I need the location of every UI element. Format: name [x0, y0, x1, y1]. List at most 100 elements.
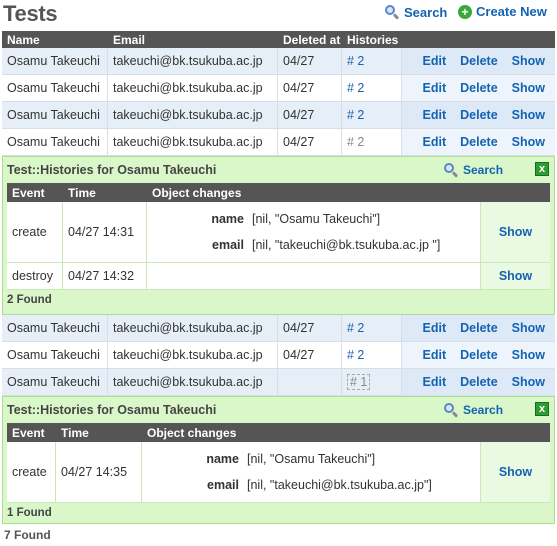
change-key: email: [207, 478, 239, 492]
header-histories: Histories: [347, 32, 399, 47]
cell-deleted-at: [278, 369, 342, 395]
delete-button[interactable]: Delete: [460, 81, 498, 95]
change-value: [nil, "takeuchi@bk.tsukuba.ac.jp "]: [252, 238, 441, 252]
object-changes: [147, 263, 481, 289]
histories-link[interactable]: # 2: [347, 135, 364, 149]
show-button[interactable]: Show: [512, 81, 545, 95]
cell-email: takeuchi@bk.tsukuba.ac.jp: [108, 369, 278, 395]
show-button[interactable]: Show: [512, 375, 545, 389]
history-panel: Test::Histories for Osamu Takeuchi Searc…: [2, 156, 555, 315]
delete-button[interactable]: Delete: [460, 54, 498, 68]
table-row: Osamu Takeuchi takeuchi@bk.tsukuba.ac.jp…: [2, 369, 555, 396]
search-icon: [443, 162, 459, 178]
delete-button[interactable]: Delete: [460, 348, 498, 362]
edit-button[interactable]: Edit: [423, 348, 447, 362]
history-header-event: Event: [12, 425, 45, 440]
delete-button[interactable]: Delete: [460, 108, 498, 122]
cell-email: takeuchi@bk.tsukuba.ac.jp: [108, 75, 278, 101]
search-link[interactable]: Search: [384, 4, 447, 20]
history-search-link[interactable]: Search: [443, 402, 503, 418]
histories-link[interactable]: # 2: [347, 108, 364, 122]
history-time: 04/27 14:31: [63, 202, 147, 262]
header-name: Name: [7, 32, 40, 47]
table-row: Osamu Takeuchi takeuchi@bk.tsukuba.ac.jp…: [2, 129, 555, 156]
cell-name: Osamu Takeuchi: [2, 102, 108, 128]
plus-icon: +: [458, 4, 472, 19]
history-row: create 04/27 14:31 name [nil, "Osamu Tak…: [7, 202, 550, 263]
cell-name: Osamu Takeuchi: [2, 342, 108, 368]
table-row: Osamu Takeuchi takeuchi@bk.tsukuba.ac.jp…: [2, 102, 555, 129]
cell-email: takeuchi@bk.tsukuba.ac.jp: [108, 102, 278, 128]
show-button[interactable]: Show: [499, 269, 532, 283]
page-header: Tests Search + Create New: [0, 0, 557, 30]
search-link-label: Search: [404, 4, 448, 20]
history-time: 04/27 14:32: [63, 263, 147, 289]
show-button[interactable]: Show: [512, 108, 545, 122]
history-search-label: Search: [463, 163, 504, 177]
show-button[interactable]: Show: [499, 225, 532, 239]
cell-deleted-at: 04/27: [278, 75, 342, 101]
history-panel: Test::Histories for Osamu Takeuchi Searc…: [2, 396, 555, 524]
change-key: name: [206, 452, 239, 466]
page-title: Tests: [3, 1, 58, 26]
histories-link[interactable]: # 2: [347, 81, 364, 95]
delete-button[interactable]: Delete: [460, 375, 498, 389]
history-header-event: Event: [12, 185, 45, 200]
edit-button[interactable]: Edit: [423, 54, 447, 68]
cell-deleted-at: 04/27: [278, 315, 342, 341]
delete-button[interactable]: Delete: [460, 135, 498, 149]
edit-button[interactable]: Edit: [423, 321, 447, 335]
show-button[interactable]: Show: [512, 348, 545, 362]
histories-link[interactable]: # 2: [347, 321, 364, 335]
tests-listing: Name Email Deleted at Histories Osamu Ta…: [2, 31, 555, 524]
create-new-link[interactable]: + Create New: [458, 4, 547, 19]
cell-name: Osamu Takeuchi: [2, 129, 108, 155]
change-key: email: [212, 238, 244, 252]
cell-name: Osamu Takeuchi: [2, 48, 108, 74]
search-icon: [443, 402, 459, 418]
history-search-link[interactable]: Search: [443, 162, 503, 178]
edit-button[interactable]: Edit: [423, 108, 447, 122]
history-time: 04/27 14:35: [56, 442, 142, 502]
show-button[interactable]: Show: [499, 465, 532, 479]
show-button[interactable]: Show: [512, 321, 545, 335]
cell-name: Osamu Takeuchi: [2, 315, 108, 341]
cell-email: takeuchi@bk.tsukuba.ac.jp: [108, 129, 278, 155]
table-row: Osamu Takeuchi takeuchi@bk.tsukuba.ac.jp…: [2, 342, 555, 369]
history-row: create 04/27 14:35 name [nil, "Osamu Tak…: [7, 442, 550, 503]
history-row: destroy 04/27 14:32 Show: [7, 263, 550, 290]
close-icon[interactable]: x: [535, 162, 549, 176]
change-value: [nil, "takeuchi@bk.tsukuba.ac.jp"]: [247, 478, 432, 492]
edit-button[interactable]: Edit: [423, 135, 447, 149]
search-icon: [384, 4, 400, 20]
table-row: Osamu Takeuchi takeuchi@bk.tsukuba.ac.jp…: [2, 48, 555, 75]
show-button[interactable]: Show: [512, 135, 545, 149]
cell-name: Osamu Takeuchi: [2, 369, 108, 395]
history-event: create: [7, 202, 63, 262]
table-row: Osamu Takeuchi takeuchi@bk.tsukuba.ac.jp…: [2, 315, 555, 342]
edit-button[interactable]: Edit: [423, 81, 447, 95]
show-button[interactable]: Show: [512, 54, 545, 68]
change-value: [nil, "Osamu Takeuchi"]: [247, 452, 376, 466]
cell-deleted-at: 04/27: [278, 342, 342, 368]
history-header-time: Time: [68, 185, 96, 200]
edit-button[interactable]: Edit: [423, 375, 447, 389]
close-icon[interactable]: x: [535, 402, 549, 416]
history-search-label: Search: [463, 403, 504, 417]
history-found-count: 1 Found: [7, 507, 52, 519]
cell-name: Osamu Takeuchi: [2, 75, 108, 101]
create-new-label: Create New: [476, 4, 547, 19]
histories-link[interactable]: # 1: [347, 374, 371, 390]
cell-email: takeuchi@bk.tsukuba.ac.jp: [108, 342, 278, 368]
history-header-time: Time: [61, 425, 89, 440]
delete-button[interactable]: Delete: [460, 321, 498, 335]
change-key: name: [211, 212, 244, 226]
cell-deleted-at: 04/27: [278, 48, 342, 74]
object-changes: name [nil, "Osamu Takeuchi"] email [nil,…: [142, 442, 481, 502]
histories-link[interactable]: # 2: [347, 54, 364, 68]
object-changes: name [nil, "Osamu Takeuchi"] email [nil,…: [147, 202, 481, 262]
history-event: destroy: [7, 263, 63, 289]
history-header-changes: Object changes: [147, 425, 237, 440]
table-header: Name Email Deleted at Histories: [2, 31, 555, 48]
histories-link[interactable]: # 2: [347, 348, 364, 362]
